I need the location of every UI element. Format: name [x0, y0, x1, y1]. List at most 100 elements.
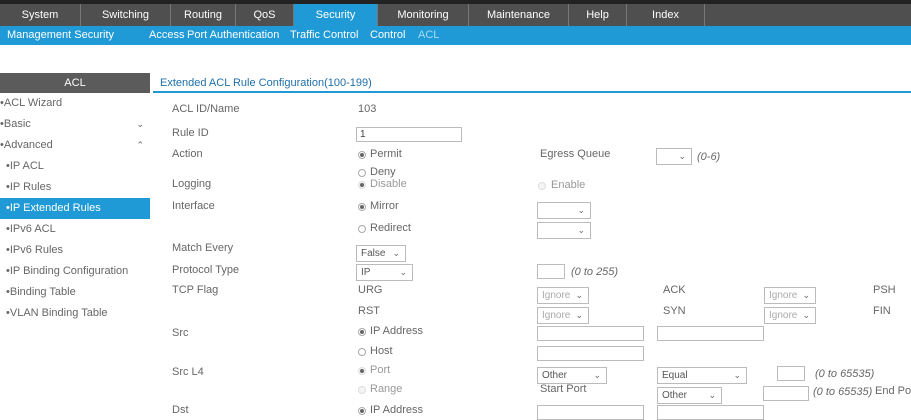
egress-queue-label: Egress Queue [540, 148, 611, 160]
src-ip-input[interactable] [537, 326, 644, 341]
src-port-value: Other [542, 370, 568, 381]
start-port-input[interactable] [763, 386, 809, 401]
tab-routing[interactable]: Routing [171, 4, 236, 26]
match-every-label: Match Every [172, 242, 234, 254]
chevron-down-icon: ⌄ [399, 267, 407, 277]
interface-label: Interface [172, 200, 215, 212]
action-permit-radio[interactable] [358, 151, 366, 159]
sidebar-item-label: IPv6 Rules [9, 244, 64, 256]
sidebar-item-ipv6-rules[interactable]: •IPv6 Rules [0, 240, 150, 261]
subnav-control[interactable]: Control [370, 26, 405, 45]
rst-select[interactable]: Ignore ⌄ [537, 307, 589, 324]
syn-select[interactable]: Ignore ⌄ [764, 307, 816, 324]
sidebar-item-ip-binding-configuration[interactable]: •IP Binding Configuration [0, 261, 150, 282]
src-l4-port-label: Port [370, 364, 391, 376]
interface-redirect-label: Redirect [370, 222, 411, 234]
subnav-management-security[interactable]: Management Security [7, 26, 114, 45]
match-every-select[interactable]: False ⌄ [356, 245, 406, 262]
src-label: Src [172, 327, 189, 339]
chevron-down-icon: ⌄ [392, 248, 400, 258]
ack-select[interactable]: Ignore ⌄ [764, 287, 816, 304]
action-permit-label: Permit [370, 148, 402, 160]
sidebar-item-advanced[interactable]: •Advanced ⌃ [0, 135, 150, 156]
chevron-down-icon: ⌄ [577, 225, 585, 235]
protocol-number-input[interactable] [537, 264, 565, 279]
protocol-type-value: IP [361, 267, 371, 278]
src-port-hint: (0 to 65535) [815, 368, 875, 380]
tab-system[interactable]: System [0, 4, 81, 26]
sidebar-item-acl-wizard[interactable]: •ACL Wizard [0, 93, 150, 114]
tcp-flag-syn: SYN [663, 305, 686, 317]
logging-enable-radio[interactable] [538, 182, 546, 190]
chevron-down-icon: ⌄ [678, 151, 686, 161]
ack-value: Ignore [769, 290, 798, 301]
dst-ip-address-radio[interactable] [358, 407, 366, 415]
chevron-down-icon: ⌄ [577, 205, 585, 215]
subnav-acl[interactable]: ACL [418, 26, 439, 45]
interface-mirror-radio[interactable] [358, 203, 366, 211]
tab-security[interactable]: Security [294, 4, 378, 26]
protocol-type-select[interactable]: IP ⌄ [356, 264, 413, 281]
dst-label: Dst [172, 404, 189, 416]
section-title: Extended ACL Rule Configuration(100-199) [160, 77, 372, 89]
src-host-input[interactable] [537, 346, 644, 361]
src-operator-select[interactable]: Equal ⌄ [657, 367, 747, 384]
sidebar-item-label: IP Extended Rules [9, 202, 101, 214]
dst-mask-input[interactable] [657, 405, 764, 420]
egress-queue-select[interactable]: ⌄ [656, 148, 692, 165]
match-every-value: False [361, 248, 386, 259]
sidebar-item-label: Basic [3, 118, 31, 130]
mirror-port-select[interactable]: ⌄ [537, 202, 591, 219]
sidebar: ACL •ACL Wizard •Basic ⌄ •Advanced ⌃ •IP A… [0, 73, 150, 324]
sidebar-item-ip-extended-rules[interactable]: •IP Extended Rules [0, 198, 150, 219]
sidebar-item-ip-acl[interactable]: •IP ACL [0, 156, 150, 177]
sub-nav: Management Security Access Port Authenti… [0, 26, 911, 45]
sidebar-item-binding-table[interactable]: •Binding Table [0, 282, 150, 303]
start-port-select[interactable]: Other ⌄ [657, 387, 722, 404]
src-operator-value: Equal [662, 370, 688, 381]
subnav-access[interactable]: Access [149, 26, 184, 45]
tab-maintenance[interactable]: Maintenance [469, 4, 569, 26]
sidebar-item-label: IP ACL [9, 160, 44, 172]
src-port-select[interactable]: Other ⌄ [537, 367, 607, 384]
rule-id-input[interactable]: 1 [356, 127, 462, 142]
src-l4-port-radio[interactable] [358, 367, 366, 375]
tcp-flag-fin: FIN [873, 305, 891, 317]
sidebar-item-vlan-binding-table[interactable]: •VLAN Binding Table [0, 303, 150, 324]
tcp-flag-rst: RST [358, 305, 380, 317]
src-ip-address-radio[interactable] [358, 328, 366, 336]
sidebar-item-ip-rules[interactable]: •IP Rules [0, 177, 150, 198]
chevron-down-icon: ⌄ [593, 370, 601, 380]
action-deny-radio[interactable] [358, 169, 366, 177]
tab-qos[interactable]: QoS [236, 4, 294, 26]
chevron-down-icon: ⌄ [708, 390, 716, 400]
interface-redirect-radio[interactable] [358, 225, 366, 233]
egress-queue-hint: (0-6) [697, 151, 721, 163]
range-port-hint: (0 to 65535) [813, 386, 873, 398]
src-mask-input[interactable] [657, 326, 764, 341]
redirect-port-select[interactable]: ⌄ [537, 222, 591, 239]
sidebar-item-ipv6-acl[interactable]: •IPv6 ACL [0, 219, 150, 240]
src-l4-range-radio[interactable] [358, 386, 366, 394]
logging-disable-radio[interactable] [358, 181, 366, 189]
subnav-traffic-control[interactable]: Traffic Control [290, 26, 358, 45]
tab-switching[interactable]: Switching [81, 4, 171, 26]
section-header: Extended ACL Rule Configuration(100-199) [153, 73, 911, 93]
chevron-down-icon: ⌄ [802, 310, 810, 320]
dst-ip-input[interactable] [537, 405, 644, 420]
action-label: Action [172, 148, 203, 160]
syn-value: Ignore [769, 310, 798, 321]
tab-monitoring[interactable]: Monitoring [378, 4, 469, 26]
chevron-down-icon: ⌄ [733, 370, 741, 380]
tcp-flag-ack: ACK [663, 284, 686, 296]
acl-id-label: ACL ID/Name [172, 103, 240, 115]
urg-select[interactable]: Ignore ⌄ [537, 287, 589, 304]
tab-index[interactable]: Index [627, 4, 705, 26]
tab-help[interactable]: Help [569, 4, 627, 26]
chevron-up-icon: ⌃ [136, 140, 144, 150]
src-port-number-input[interactable] [777, 366, 805, 381]
subnav-port-authentication[interactable]: Port Authentication [187, 26, 279, 45]
sidebar-item-basic[interactable]: •Basic ⌄ [0, 114, 150, 135]
urg-value: Ignore [542, 290, 571, 301]
src-host-radio[interactable] [358, 348, 366, 356]
